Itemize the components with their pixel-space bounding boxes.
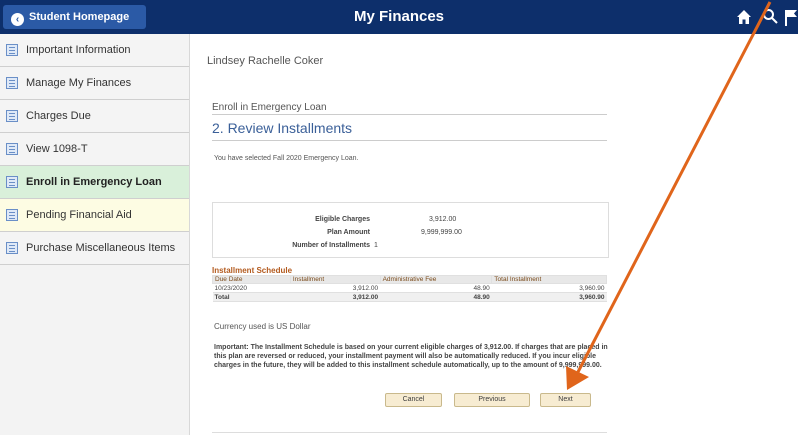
previous-button[interactable]: Previous: [454, 393, 530, 407]
sidebar: Important Information Manage My Finances…: [0, 34, 190, 435]
sidebar-item-enroll-emergency-loan[interactable]: Enroll in Emergency Loan: [0, 166, 189, 199]
table-cell: 48.90: [380, 292, 492, 302]
document-icon: [6, 110, 18, 122]
step-title: 2. Review Installments: [212, 120, 353, 136]
table-cell: 3,960.90: [491, 292, 607, 302]
sidebar-item-label: Important Information: [26, 44, 131, 56]
document-icon: [6, 44, 18, 56]
document-icon: [6, 242, 18, 254]
divider: [212, 432, 607, 433]
document-icon: [6, 143, 18, 155]
installments-label: Number of Installments: [292, 242, 370, 249]
schedule-title: Installment Schedule: [212, 266, 293, 275]
sidebar-item-view-1098t[interactable]: View 1098-T: [0, 133, 189, 166]
divider: [212, 114, 607, 115]
installments-value: 1: [374, 242, 378, 249]
section-title: Enroll in Emergency Loan: [212, 102, 327, 113]
sidebar-item-purchase-misc-items[interactable]: Purchase Miscellaneous Items: [0, 232, 189, 265]
table-cell: 10/23/2020: [212, 283, 291, 293]
student-name: Lindsey Rachelle Coker: [207, 55, 324, 67]
next-button[interactable]: Next: [540, 393, 591, 407]
sidebar-item-label: Manage My Finances: [26, 77, 132, 89]
sidebar-item-label: Enroll in Emergency Loan: [26, 176, 162, 188]
table-total-row: Total 3,912.00 48.90 3,960.90: [212, 292, 607, 302]
sidebar-item-label: Purchase Miscellaneous Items: [26, 242, 176, 254]
important-notice: Important: The Installment Schedule is b…: [214, 343, 609, 370]
column-header: Due Date: [212, 275, 291, 284]
table-cell: 3,960.90: [491, 283, 607, 293]
sidebar-item-important-information[interactable]: Important Information: [0, 34, 189, 67]
selected-loan-text: You have selected Fall 2020 Emergency Lo…: [214, 155, 359, 162]
eligible-charges-label: Eligible Charges: [315, 216, 370, 223]
table-cell: 3,912.00: [290, 292, 381, 302]
document-icon: [6, 176, 18, 188]
table-cell: 48.90: [380, 283, 492, 293]
sidebar-item-label: View 1098-T: [26, 143, 88, 155]
eligible-charges-value: 3,912.00: [429, 216, 457, 223]
sidebar-item-manage-my-finances[interactable]: Manage My Finances: [0, 67, 189, 100]
sidebar-item-label: Pending Financial Aid: [26, 209, 132, 221]
table-cell: 3,912.00: [290, 283, 381, 293]
important-text: The Installment Schedule is based on you…: [214, 344, 608, 369]
currency-note: Currency used is US Dollar: [214, 322, 311, 331]
column-header: Installment: [289, 275, 381, 284]
sidebar-item-pending-financial-aid[interactable]: Pending Financial Aid: [0, 199, 189, 232]
top-bar: ‹ Student Homepage My Finances: [0, 0, 798, 34]
important-label: Important:: [214, 344, 249, 351]
installment-schedule-table: Due Date Installment Administrative Fee …: [212, 275, 607, 302]
main-content: Lindsey Rachelle Coker Enroll in Emergen…: [190, 34, 798, 435]
home-icon[interactable]: [736, 9, 752, 25]
plan-amount-value: 9,999,999.00: [421, 229, 462, 236]
search-icon[interactable]: [762, 8, 778, 24]
document-icon: [6, 77, 18, 89]
column-header: Administrative Fee: [379, 275, 493, 284]
table-header-row: Due Date Installment Administrative Fee …: [212, 275, 607, 284]
sidebar-item-label: Charges Due: [26, 110, 91, 122]
divider: [212, 140, 607, 141]
sidebar-item-charges-due[interactable]: Charges Due: [0, 100, 189, 133]
document-icon: [6, 209, 18, 221]
table-cell: Total: [212, 292, 291, 302]
summary-box: Eligible Charges 3,912.00 Plan Amount 9,…: [212, 202, 609, 258]
page-title: My Finances: [353, 8, 445, 25]
plan-amount-label: Plan Amount: [327, 229, 370, 236]
column-header: Total Installment: [491, 275, 607, 284]
table-row: 10/23/2020 3,912.00 48.90 3,960.90: [212, 283, 607, 293]
flag-icon[interactable]: [784, 8, 798, 26]
cancel-button[interactable]: Cancel: [385, 393, 442, 407]
